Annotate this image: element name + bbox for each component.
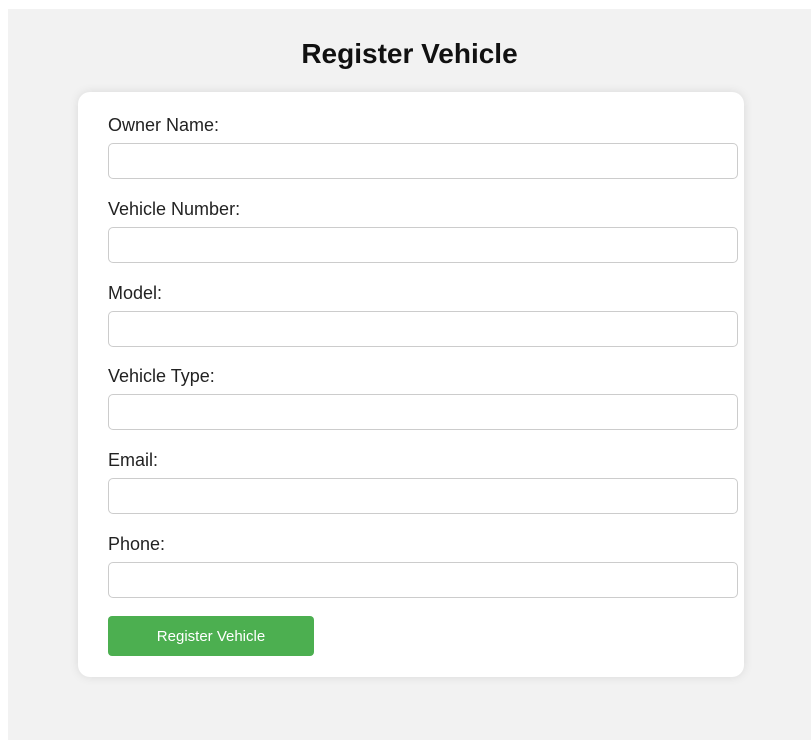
page-title: Register Vehicle xyxy=(301,38,518,69)
email-input[interactable] xyxy=(108,478,738,514)
owner-name-input[interactable] xyxy=(108,143,738,179)
vehicle-number-input[interactable] xyxy=(108,227,738,263)
owner-name-label: Owner Name: xyxy=(108,115,220,135)
vehicle-type-label: Vehicle Type: xyxy=(108,366,215,386)
model-label: Model: xyxy=(108,283,163,303)
phone-label: Phone: xyxy=(108,534,166,554)
model-input[interactable] xyxy=(108,311,738,347)
email-label: Email: xyxy=(108,450,159,470)
vehicle-type-input[interactable] xyxy=(108,394,738,430)
register-vehicle-form: Owner Name: Vehicle Number: Model: Vehic… xyxy=(78,92,744,677)
register-vehicle-button[interactable]: Register Vehicle xyxy=(108,616,314,656)
vehicle-number-label: Vehicle Number: xyxy=(108,199,241,219)
phone-input[interactable] xyxy=(108,562,738,598)
